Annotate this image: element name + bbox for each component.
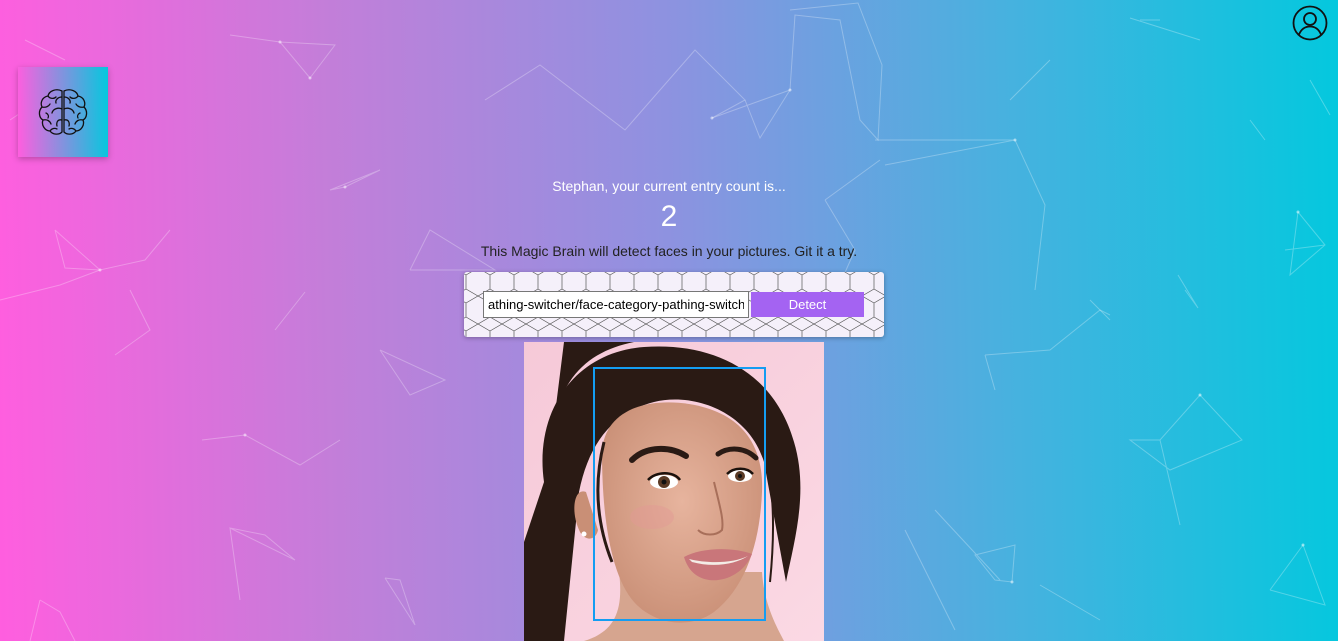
- brain-icon: [38, 89, 88, 135]
- face-image: [524, 342, 824, 641]
- logo-tile: [18, 67, 108, 157]
- detect-button[interactable]: Detect: [751, 292, 864, 317]
- profile-button[interactable]: [1292, 5, 1328, 41]
- tagline: This Magic Brain will detect faces in yo…: [480, 243, 858, 259]
- entry-count-value: 2: [660, 200, 678, 233]
- image-url-input[interactable]: [483, 291, 749, 318]
- entry-count-message: Stephan, your current entry count is...: [552, 178, 786, 194]
- user-circle-icon: [1292, 5, 1328, 41]
- image-url-form: Detect: [464, 272, 884, 337]
- face-bounding-box: [593, 367, 766, 621]
